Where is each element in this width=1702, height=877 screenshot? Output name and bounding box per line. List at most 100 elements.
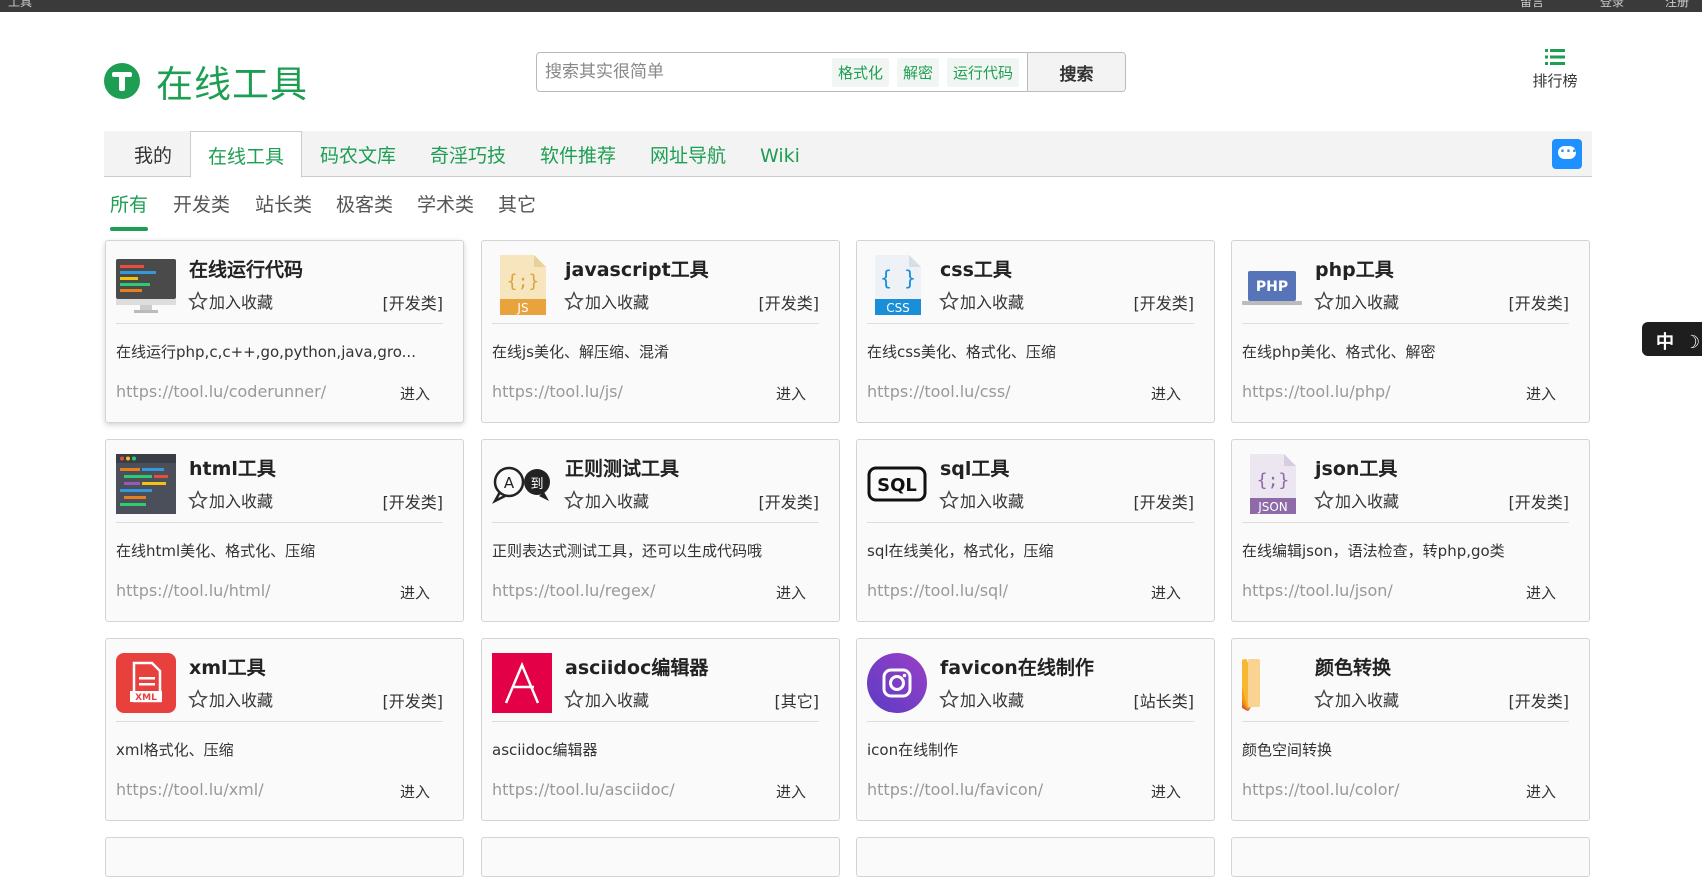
- svg-text:XML: XML: [135, 693, 157, 703]
- top-bar-login-link[interactable]: 登录: [1600, 0, 1624, 10]
- tool-card[interactable]: 颜色转换 加入收藏 [开发类] 颜色空间转换 https://tool.lu/c…: [1231, 638, 1590, 821]
- add-favorite-button[interactable]: 加入收藏: [939, 289, 1024, 313]
- tool-url[interactable]: https://tool.lu/coderunner/: [116, 382, 326, 401]
- filter-all[interactable]: 所有: [110, 190, 149, 231]
- filter-academic[interactable]: 学术类: [417, 190, 474, 217]
- tool-card[interactable]: 在线运行代码 加入收藏 [开发类] 在线运行php,c,c++,go,pytho…: [105, 240, 464, 423]
- top-bar-message-link[interactable]: 留言: [1520, 0, 1544, 10]
- tool-card-partial[interactable]: [481, 837, 840, 877]
- add-favorite-label: 加入收藏: [960, 293, 1025, 312]
- tool-card[interactable]: A 到 正则测试工具 加入收藏 [开发类] 正则表达式测试工具，还可以生成代码哦…: [481, 439, 840, 622]
- enter-button[interactable]: 进入: [1151, 582, 1181, 603]
- nav-item-tricks[interactable]: 奇淫巧技: [430, 131, 506, 177]
- tool-title[interactable]: asciidoc编辑器: [565, 653, 708, 680]
- tool-title[interactable]: sql工具: [940, 454, 1009, 481]
- tool-card-partial[interactable]: [856, 837, 1215, 877]
- tool-url[interactable]: https://tool.lu/css/: [867, 382, 1011, 401]
- chat-icon[interactable]: [1552, 139, 1582, 169]
- nav-item-online-tools[interactable]: 在线工具: [190, 131, 303, 178]
- add-favorite-button[interactable]: 加入收藏: [188, 687, 273, 711]
- tool-url[interactable]: https://tool.lu/regex/: [492, 581, 655, 600]
- tool-url[interactable]: https://tool.lu/js/: [492, 382, 623, 401]
- nav-item-mine[interactable]: 我的: [134, 131, 172, 177]
- tool-title[interactable]: json工具: [1315, 454, 1397, 481]
- star-icon: [188, 291, 208, 311]
- tool-title[interactable]: 正则测试工具: [565, 454, 679, 481]
- tool-card[interactable]: {;} JS javascript工具 加入收藏 [开发类] 在线js美化、解压…: [481, 240, 840, 423]
- add-favorite-button[interactable]: 加入收藏: [939, 488, 1024, 512]
- enter-button[interactable]: 进入: [776, 383, 806, 404]
- tool-card[interactable]: {;} JSON json工具 加入收藏 [开发类] 在线编辑json，语法检查…: [1231, 439, 1590, 622]
- tool-url[interactable]: https://tool.lu/color/: [1242, 780, 1400, 799]
- tool-card[interactable]: asciidoc编辑器 加入收藏 [其它] asciidoc编辑器 https:…: [481, 638, 840, 821]
- logo-t-icon: [104, 63, 140, 99]
- search-tag-decrypt[interactable]: 解密: [896, 57, 939, 87]
- enter-button[interactable]: 进入: [1526, 781, 1556, 802]
- nav-item-software[interactable]: 软件推荐: [540, 131, 616, 177]
- enter-button[interactable]: 进入: [1526, 383, 1556, 404]
- tool-title[interactable]: css工具: [940, 255, 1012, 282]
- add-favorite-button[interactable]: 加入收藏: [1314, 687, 1399, 711]
- tool-url[interactable]: https://tool.lu/xml/: [116, 780, 264, 799]
- add-favorite-button[interactable]: 加入收藏: [188, 488, 273, 512]
- tool-url[interactable]: https://tool.lu/php/: [1242, 382, 1391, 401]
- svg-text:JS: JS: [516, 301, 528, 315]
- add-favorite-button[interactable]: 加入收藏: [939, 687, 1024, 711]
- add-favorite-button[interactable]: 加入收藏: [564, 289, 649, 313]
- tool-card-partial[interactable]: [1231, 837, 1590, 877]
- star-icon: [939, 291, 959, 311]
- tool-url[interactable]: https://tool.lu/asciidoc/: [492, 780, 675, 799]
- search-button[interactable]: 搜索: [1027, 53, 1125, 91]
- filter-other[interactable]: 其它: [498, 190, 536, 217]
- nav-item-coder-library[interactable]: 码农文库: [320, 131, 396, 177]
- filter-dev[interactable]: 开发类: [173, 190, 230, 217]
- top-bar-left-text[interactable]: 工具: [8, 0, 32, 10]
- enter-button[interactable]: 进入: [400, 582, 430, 603]
- tool-url[interactable]: https://tool.lu/sql/: [867, 581, 1008, 600]
- search-tag-format[interactable]: 格式化: [831, 57, 889, 87]
- add-favorite-button[interactable]: 加入收藏: [188, 289, 273, 313]
- tool-card-partial[interactable]: [105, 837, 464, 877]
- tool-card[interactable]: html工具 加入收藏 [开发类] 在线html美化、格式化、压缩 https:…: [105, 439, 464, 622]
- tool-title[interactable]: 颜色转换: [1315, 653, 1391, 680]
- tool-card[interactable]: favicon在线制作 加入收藏 [站长类] icon在线制作 https://…: [856, 638, 1215, 821]
- enter-button[interactable]: 进入: [400, 781, 430, 802]
- tool-card[interactable]: XML xml工具 加入收藏 [开发类] xml格式化、压缩 https://t…: [105, 638, 464, 821]
- filter-webmaster[interactable]: 站长类: [255, 190, 312, 217]
- top-bar-register-link[interactable]: 注册: [1665, 0, 1689, 10]
- tool-url[interactable]: https://tool.lu/html/: [116, 581, 271, 600]
- enter-button[interactable]: 进入: [776, 781, 806, 802]
- tool-card[interactable]: SQL sql工具 加入收藏 [开发类] sql在线美化，格式化，压缩 http…: [856, 439, 1215, 622]
- tool-title[interactable]: favicon在线制作: [940, 653, 1094, 680]
- tool-title[interactable]: javascript工具: [565, 255, 709, 282]
- enter-button[interactable]: 进入: [1526, 582, 1556, 603]
- add-favorite-button[interactable]: 加入收藏: [564, 488, 649, 512]
- language-theme-toggle[interactable]: 中 ☽: [1642, 322, 1702, 356]
- search-input[interactable]: [537, 53, 832, 91]
- add-favorite-button[interactable]: 加入收藏: [1314, 289, 1399, 313]
- add-favorite-button[interactable]: 加入收藏: [564, 687, 649, 711]
- tool-title[interactable]: xml工具: [189, 653, 266, 680]
- ranking-link[interactable]: 排行榜: [1530, 48, 1580, 91]
- tool-card[interactable]: PHP php工具 加入收藏 [开发类] 在线php美化、格式化、解密 http…: [1231, 240, 1590, 423]
- js-file-icon: {;} JS: [500, 255, 546, 315]
- enter-button[interactable]: 进入: [1151, 383, 1181, 404]
- svg-text:PHP: PHP: [1256, 279, 1288, 295]
- nav-item-url-nav[interactable]: 网址导航: [650, 131, 726, 177]
- filter-geek[interactable]: 极客类: [336, 190, 393, 217]
- enter-button[interactable]: 进入: [776, 582, 806, 603]
- tool-title[interactable]: 在线运行代码: [189, 255, 303, 282]
- site-logo[interactable]: 在线工具: [104, 54, 308, 108]
- tool-card[interactable]: { } CSS css工具 加入收藏 [开发类] 在线css美化、格式化、压缩 …: [856, 240, 1215, 423]
- tool-url[interactable]: https://tool.lu/favicon/: [867, 780, 1043, 799]
- divider: [116, 522, 443, 523]
- add-favorite-button[interactable]: 加入收藏: [1314, 488, 1399, 512]
- nav-item-wiki[interactable]: Wiki: [760, 131, 800, 177]
- enter-button[interactable]: 进入: [1151, 781, 1181, 802]
- divider: [492, 721, 819, 722]
- tool-title[interactable]: php工具: [1315, 255, 1394, 282]
- enter-button[interactable]: 进入: [400, 383, 430, 404]
- tool-title[interactable]: html工具: [189, 454, 276, 481]
- search-tag-run-code[interactable]: 运行代码: [946, 57, 1019, 87]
- tool-url[interactable]: https://tool.lu/json/: [1242, 581, 1393, 600]
